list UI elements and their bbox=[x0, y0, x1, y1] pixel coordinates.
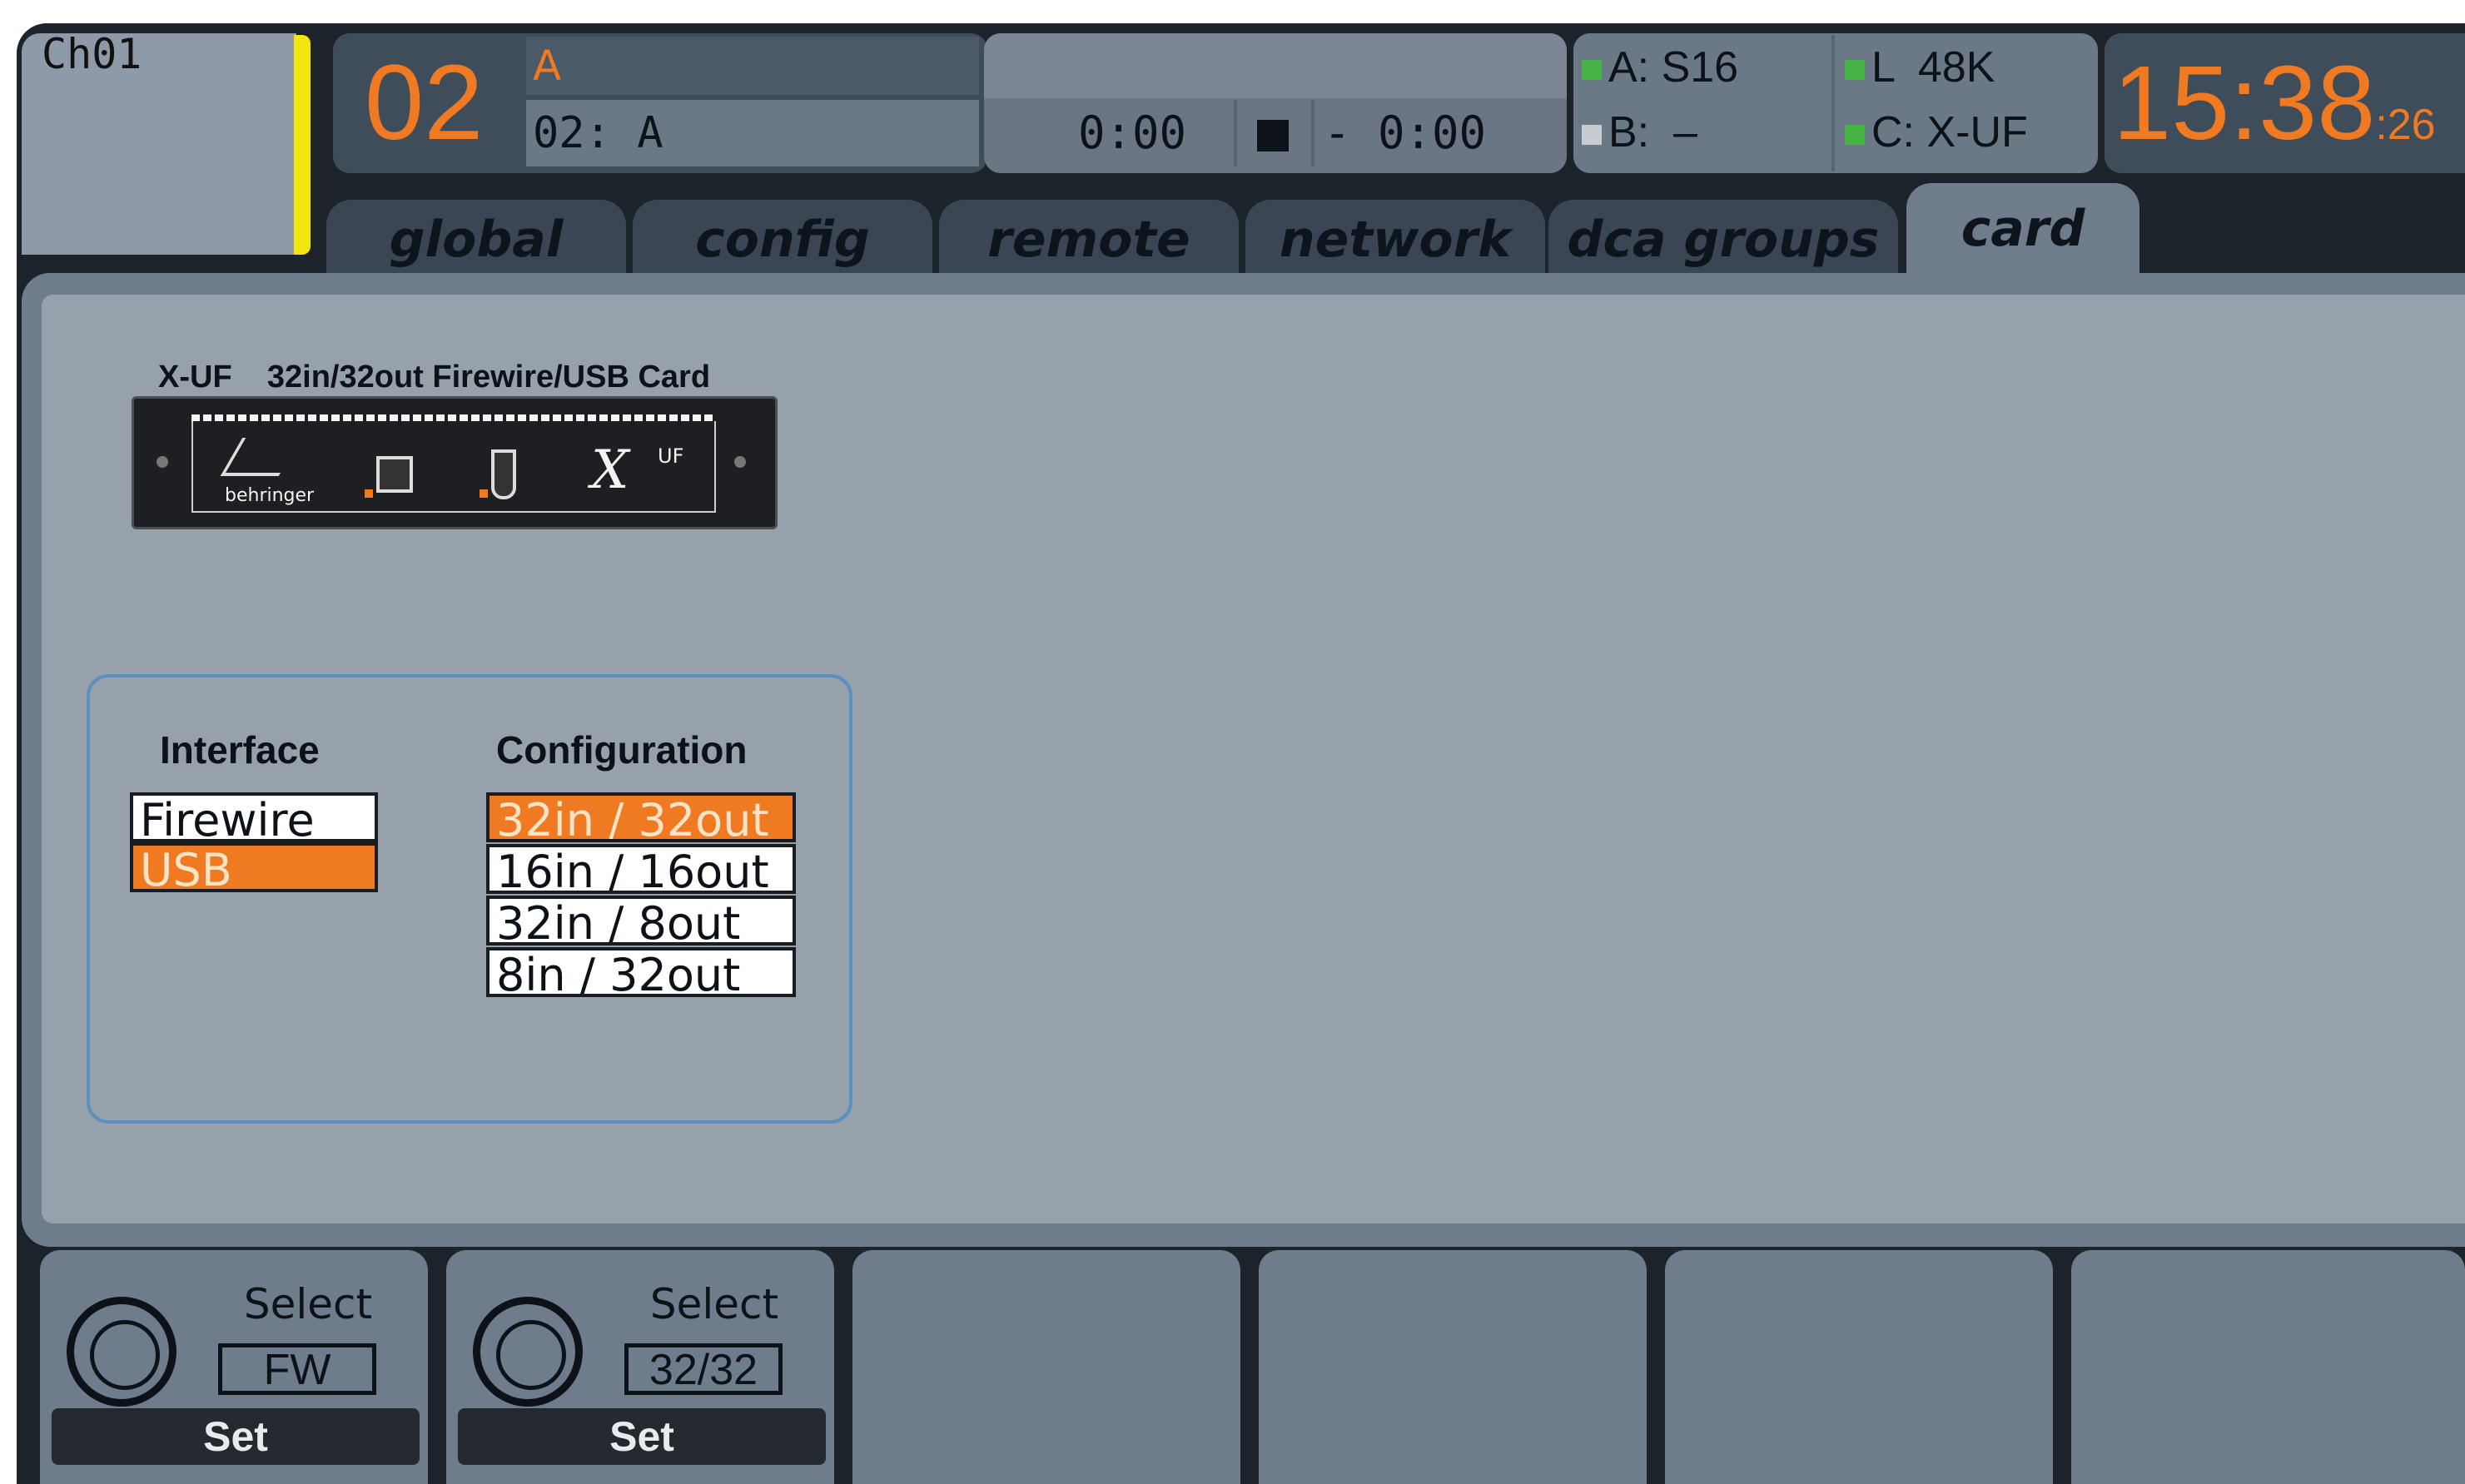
screw-icon bbox=[734, 456, 746, 468]
status-green-dot-icon bbox=[1845, 60, 1865, 81]
config-option-32in-32out[interactable]: 32in / 32out bbox=[486, 792, 796, 842]
usb-port-icon bbox=[376, 456, 413, 493]
clock-time: 15:38 bbox=[2113, 44, 2376, 161]
encoder-value: 32/32 bbox=[624, 1343, 783, 1395]
encoder-panel-6 bbox=[2071, 1250, 2465, 1484]
encoder-label: Select bbox=[243, 1280, 373, 1328]
set-button[interactable]: Set bbox=[458, 1408, 826, 1465]
config-option-8in-32out[interactable]: 8in / 32out bbox=[486, 947, 796, 997]
scene-subtitle: 02: A bbox=[526, 100, 979, 166]
interface-heading: Interface bbox=[160, 728, 320, 772]
firewire-port-icon bbox=[491, 449, 516, 499]
status-divider bbox=[1831, 35, 1835, 171]
config-option-16in-16out[interactable]: 16in / 16out bbox=[486, 844, 796, 894]
clock-seconds: :26 bbox=[2375, 101, 2436, 149]
config-option-32in-8out[interactable]: 32in / 8out bbox=[486, 896, 796, 945]
encoder-panel-3 bbox=[852, 1250, 1240, 1484]
status-green-dot-icon bbox=[1582, 60, 1602, 81]
encoder-value: FW bbox=[218, 1343, 376, 1395]
status-a: A: S16 bbox=[1582, 37, 1738, 98]
interface-option-usb[interactable]: USB bbox=[130, 842, 378, 892]
encoder-panel-4 bbox=[1259, 1250, 1647, 1484]
card-title: X-UF 32in/32out Firewire/USB Card bbox=[158, 360, 711, 395]
scene-number: 02 bbox=[365, 43, 484, 162]
status-l-label: L 48K bbox=[1871, 43, 1995, 92]
card-brand: behringer bbox=[225, 485, 315, 506]
console-screen: Ch01 02 A 02: A 0:00 - 0:00 A: S16 B: – … bbox=[17, 23, 2465, 1484]
player-divider bbox=[1234, 100, 1237, 166]
status-green-dot-icon bbox=[1845, 125, 1865, 146]
xuf-logo-sup: UF bbox=[658, 444, 684, 468]
player-remaining-time: - 0:00 bbox=[1324, 107, 1487, 159]
status-a-label: A: S16 bbox=[1608, 43, 1739, 92]
tab-config[interactable]: config bbox=[633, 200, 932, 275]
tab-remote[interactable]: remote bbox=[939, 200, 1239, 275]
rotary-encoder-inner-icon bbox=[90, 1320, 160, 1390]
player-track-name bbox=[984, 33, 1567, 98]
player-divider bbox=[1311, 100, 1315, 166]
channel-label: Ch01 bbox=[42, 30, 142, 78]
channel-color-indicator bbox=[294, 35, 311, 255]
screw-icon bbox=[157, 456, 168, 468]
tab-card[interactable]: card bbox=[1906, 183, 2139, 283]
status-c-label: C: X-UF bbox=[1871, 108, 2028, 156]
clock: 15:38:26 bbox=[2113, 33, 2436, 173]
configuration-heading: Configuration bbox=[496, 728, 748, 772]
encoder-label: Select bbox=[649, 1280, 779, 1328]
set-button[interactable]: Set bbox=[52, 1408, 420, 1465]
encoder-panel-5 bbox=[1665, 1250, 2053, 1484]
status-gray-dot-icon bbox=[1582, 125, 1602, 146]
xuf-logo: X bbox=[591, 439, 629, 501]
led-icon bbox=[480, 489, 488, 498]
status-b: B: – bbox=[1582, 102, 1697, 163]
status-b-label: B: – bbox=[1608, 108, 1697, 156]
card-label-strip bbox=[191, 414, 716, 421]
interface-option-firewire[interactable]: Firewire bbox=[130, 792, 378, 842]
status-l: L 48K bbox=[1845, 37, 1995, 98]
player-elapsed-time: 0:00 bbox=[1077, 107, 1187, 159]
tab-global[interactable]: global bbox=[326, 200, 626, 275]
tab-network[interactable]: network bbox=[1245, 200, 1545, 275]
led-icon bbox=[365, 489, 373, 498]
tab-dca-groups[interactable]: dca groups bbox=[1548, 200, 1898, 275]
stop-icon[interactable] bbox=[1257, 120, 1289, 151]
rotary-encoder-inner-icon bbox=[496, 1320, 566, 1390]
scene-name: A bbox=[526, 37, 979, 95]
status-c: C: X-UF bbox=[1845, 102, 2028, 163]
